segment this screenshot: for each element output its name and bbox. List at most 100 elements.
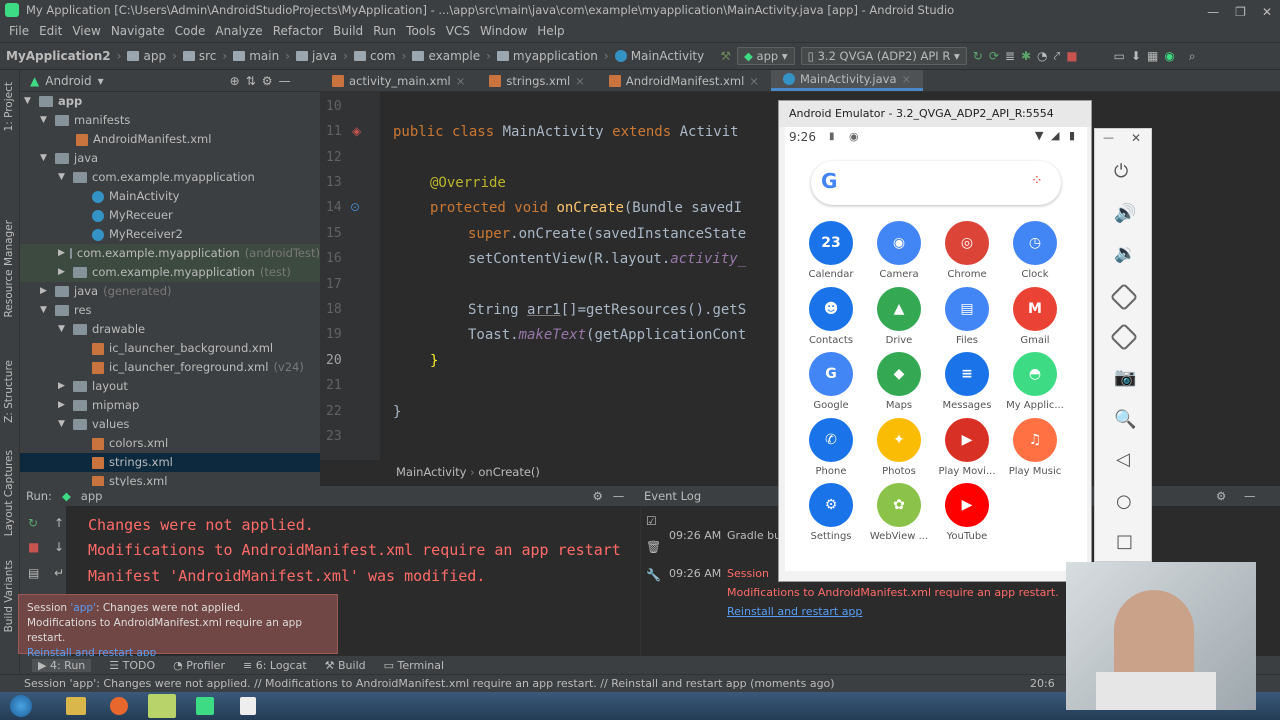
class-gutter-icon[interactable]: ◈ bbox=[352, 124, 361, 138]
apply-code-changes-icon[interactable]: ⟳ bbox=[989, 49, 999, 63]
tree-node[interactable]: MainActivity bbox=[92, 187, 179, 206]
back-icon[interactable]: ◁ bbox=[1116, 449, 1130, 470]
notepad-task-icon[interactable] bbox=[240, 697, 256, 715]
wrench-icon[interactable]: 🔧 bbox=[646, 568, 661, 582]
app-icon-webview[interactable]: ✿ WebView ... bbox=[865, 483, 933, 549]
crumb-package[interactable]: myapplication bbox=[496, 49, 598, 63]
hammer-icon[interactable]: ⚒ bbox=[720, 49, 731, 63]
crumb-main[interactable]: main bbox=[233, 49, 279, 63]
crumb-project[interactable]: MyApplication2 bbox=[6, 49, 111, 63]
app-icon-calendar[interactable]: 23 Calendar bbox=[797, 221, 865, 287]
tree-node[interactable]: ▶ com.example.myapplication (androidTest) bbox=[20, 244, 320, 263]
power-icon[interactable]: ⏻ bbox=[1114, 161, 1128, 182]
hide-icon[interactable]: — bbox=[1244, 486, 1256, 506]
rotate-right-icon[interactable] bbox=[1109, 322, 1139, 352]
screenshot-icon[interactable]: 📷 bbox=[1114, 367, 1136, 388]
crumb-java[interactable]: java bbox=[296, 49, 337, 63]
hide-icon[interactable]: — bbox=[613, 489, 625, 503]
stop-icon[interactable]: ■ bbox=[28, 540, 39, 554]
start-button-icon[interactable] bbox=[10, 695, 32, 717]
app-icon-contacts[interactable]: ☻ Contacts bbox=[797, 286, 865, 353]
bc-method[interactable]: onCreate() bbox=[478, 465, 540, 479]
volume-down-icon[interactable]: 🔉 bbox=[1114, 243, 1136, 264]
crumb-class[interactable]: MainActivity bbox=[614, 49, 704, 63]
tab-terminal[interactable]: ▭ Terminal bbox=[384, 659, 444, 672]
tab-build[interactable]: ⚒ Build bbox=[325, 659, 366, 672]
minimize-icon[interactable]: — bbox=[1207, 2, 1219, 22]
crumb-example[interactable]: example bbox=[412, 49, 480, 63]
debug-icon[interactable]: ✱ bbox=[1021, 49, 1031, 63]
gear-icon[interactable]: ⚙ bbox=[1216, 486, 1226, 506]
app-icon-clock[interactable]: ◷ Clock bbox=[1001, 221, 1069, 287]
attach-icon[interactable]: ⤤ bbox=[1054, 49, 1061, 64]
apply-changes-icon[interactable]: ↻ bbox=[973, 49, 983, 63]
tree-node[interactable]: ▼ manifests bbox=[40, 111, 130, 130]
run-config-tab[interactable]: app bbox=[81, 489, 103, 503]
tree-node[interactable]: ▼ values bbox=[58, 415, 129, 434]
trash-icon[interactable]: 🗑 bbox=[646, 540, 661, 554]
run-config-select[interactable]: ◆ app ▾ bbox=[737, 47, 795, 65]
tree-node[interactable]: ▼ com.example.myapplication bbox=[58, 168, 255, 187]
menu-refactor[interactable]: Refactor bbox=[268, 24, 328, 38]
tab-main-activity[interactable]: MainActivity.java × bbox=[770, 70, 924, 91]
google-search-bar[interactable]: G ⁘ bbox=[811, 161, 1061, 205]
close-icon[interactable]: ✕ bbox=[1262, 2, 1272, 22]
tab-strings[interactable]: strings.xml × bbox=[477, 70, 597, 91]
overview-icon[interactable]: □ bbox=[1116, 531, 1133, 552]
menu-run[interactable]: Run bbox=[368, 24, 401, 38]
down-icon[interactable]: ↓ bbox=[54, 540, 64, 554]
app-icon-phone[interactable]: ✆ Phone bbox=[797, 417, 865, 484]
crumb-com[interactable]: com bbox=[353, 49, 396, 63]
sdk-manager-icon[interactable]: ⬇ bbox=[1131, 49, 1141, 63]
menu-navigate[interactable]: Navigate bbox=[106, 24, 170, 38]
tree-node[interactable]: MyReceiver2 bbox=[92, 225, 183, 244]
menu-window[interactable]: Window bbox=[475, 24, 532, 38]
menu-help[interactable]: Help bbox=[532, 24, 569, 38]
search-icon[interactable]: ⌕ bbox=[1189, 49, 1196, 64]
avd-manager-icon[interactable]: ▭ bbox=[1114, 49, 1125, 63]
tab-run[interactable]: ▶ 4: Run bbox=[32, 658, 92, 672]
restore-icon[interactable]: ❐ bbox=[1235, 2, 1246, 22]
app-icon-play-movi[interactable]: ▶ Play Movi... bbox=[933, 417, 1001, 484]
tree-node[interactable]: AndroidManifest.xml bbox=[76, 130, 211, 149]
up-icon[interactable]: ↑ bbox=[54, 516, 64, 530]
app-icon-youtube[interactable]: ▶ YouTube bbox=[933, 483, 1001, 549]
bc-class[interactable]: MainActivity bbox=[396, 465, 466, 479]
tab-todo[interactable]: ☰ TODO bbox=[109, 659, 155, 672]
app-icon-settings[interactable]: ⚙ Settings bbox=[797, 483, 865, 549]
tree-node[interactable]: colors.xml bbox=[92, 434, 168, 453]
assistant-mic-icon[interactable]: ⁘ bbox=[1031, 173, 1043, 189]
firefox-icon[interactable] bbox=[110, 697, 128, 715]
locate-icon[interactable]: ⊕ bbox=[230, 74, 240, 88]
mark-read-icon[interactable]: ☑ bbox=[646, 514, 657, 528]
android-studio-task-icon[interactable] bbox=[148, 694, 176, 718]
reinstall-link[interactable]: Reinstall and restart app bbox=[727, 605, 862, 618]
menu-view[interactable]: View bbox=[67, 24, 105, 38]
resource-manager-tab[interactable]: Resource Manager bbox=[3, 220, 15, 318]
tree-node-selected[interactable]: strings.xml bbox=[20, 453, 320, 472]
app-icon-files[interactable]: ▤ Files bbox=[933, 286, 1001, 353]
tab-logcat[interactable]: ≡ 6: Logcat bbox=[243, 659, 307, 672]
tree-node[interactable]: ▼ app bbox=[24, 92, 82, 111]
layout-icon[interactable]: ▤ bbox=[28, 566, 39, 580]
tab-profiler[interactable]: ◔ Profiler bbox=[173, 659, 225, 672]
menu-analyze[interactable]: Analyze bbox=[210, 24, 267, 38]
override-gutter-icon[interactable]: ⊙ bbox=[350, 200, 360, 214]
close-icon[interactable]: ✕ bbox=[1131, 131, 1141, 145]
volume-up-icon[interactable]: 🔊 bbox=[1114, 203, 1136, 224]
collapse-icon[interactable]: ⇅ bbox=[246, 74, 256, 88]
app-icon-camera[interactable]: ◉ Camera bbox=[865, 221, 933, 287]
cursor-position[interactable]: 20:6 bbox=[1030, 675, 1055, 692]
structure-icon[interactable]: ▦ bbox=[1147, 49, 1158, 63]
tree-node[interactable]: ▶ java (generated) bbox=[40, 282, 171, 301]
menu-build[interactable]: Build bbox=[328, 24, 368, 38]
gear-icon[interactable]: ⚙ bbox=[592, 489, 602, 503]
menu-file[interactable]: File bbox=[4, 24, 34, 38]
device-select[interactable]: ▯ 3.2 QVGA (ADP2) API R ▾ bbox=[800, 47, 967, 65]
stop-icon[interactable]: ■ bbox=[1066, 49, 1077, 63]
app-icon-drive[interactable]: ▲ Drive bbox=[865, 286, 933, 353]
tree-node[interactable]: ic_launcher_foreground.xml (v24) bbox=[92, 358, 304, 377]
app-icon-my-applic[interactable]: ◓ My Applic... bbox=[1001, 352, 1069, 418]
crumb-module[interactable]: app bbox=[127, 49, 166, 63]
tree-node[interactable]: ▶ com.example.myapplication (test) bbox=[20, 263, 320, 282]
